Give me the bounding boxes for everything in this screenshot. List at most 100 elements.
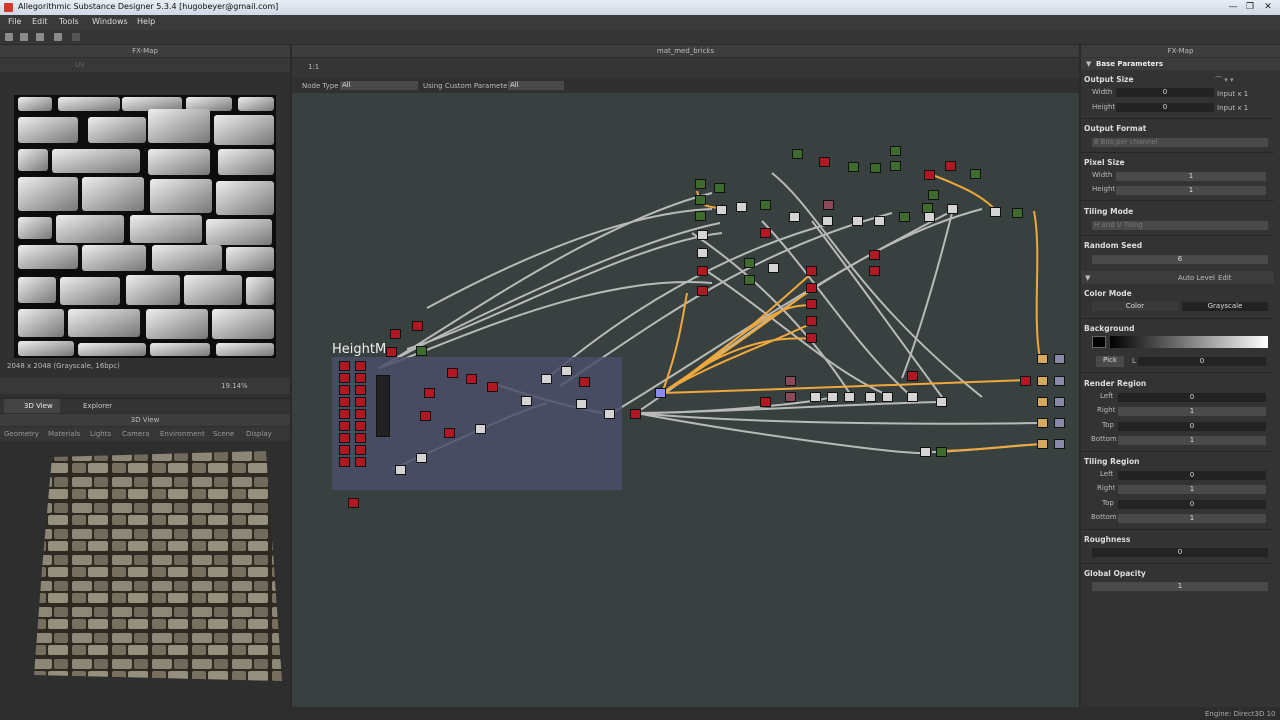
graph-node[interactable] xyxy=(695,179,706,189)
graph-node[interactable] xyxy=(865,392,876,402)
graph-node[interactable] xyxy=(947,204,958,214)
output-node[interactable] xyxy=(1037,418,1048,428)
graph-node[interactable] xyxy=(874,216,885,226)
tr-right-field[interactable]: 1 xyxy=(1118,485,1266,494)
menu-tools[interactable]: Tools xyxy=(59,17,79,26)
graph-node[interactable] xyxy=(576,399,587,409)
graph-node[interactable] xyxy=(924,212,935,222)
graph-node[interactable] xyxy=(695,211,706,221)
menu-edit[interactable]: Edit xyxy=(32,17,48,26)
graph-node[interactable] xyxy=(789,212,800,222)
save-icon[interactable] xyxy=(36,33,44,41)
graph-node[interactable] xyxy=(848,162,859,172)
graph-node[interactable] xyxy=(744,258,755,268)
graph-node[interactable] xyxy=(806,333,817,343)
graph-node[interactable] xyxy=(907,371,918,381)
pixel-height-field[interactable]: 1 xyxy=(1116,186,1266,195)
graph-node[interactable] xyxy=(355,373,366,383)
zoom-value[interactable]: 19.14% xyxy=(221,382,248,390)
graph-node[interactable] xyxy=(386,347,397,357)
graph-node[interactable] xyxy=(561,366,572,376)
graph-node[interactable] xyxy=(760,200,771,210)
output-node[interactable] xyxy=(1054,418,1065,428)
graph-node[interactable] xyxy=(806,283,817,293)
graph-zoom[interactable]: 1:1 xyxy=(308,63,319,71)
graph-canvas[interactable]: HeightM xyxy=(292,93,1079,707)
graph-node[interactable] xyxy=(424,388,435,398)
graph-node[interactable] xyxy=(827,392,838,402)
rr-left-field[interactable]: 0 xyxy=(1118,393,1266,402)
graph-node[interactable] xyxy=(355,409,366,419)
menu-file[interactable]: File xyxy=(8,17,21,26)
pixel-width-field[interactable]: 1 xyxy=(1116,172,1266,181)
graph-node[interactable] xyxy=(819,157,830,167)
graph-node[interactable] xyxy=(412,321,423,331)
graph-node[interactable] xyxy=(844,392,855,402)
menu-lights[interactable]: Lights xyxy=(90,430,111,438)
output-node[interactable] xyxy=(1037,376,1048,386)
graph-node[interactable] xyxy=(924,170,935,180)
graph-node[interactable] xyxy=(736,202,747,212)
graph-node[interactable] xyxy=(339,409,350,419)
rr-top-field[interactable]: 0 xyxy=(1118,422,1266,431)
graph-node[interactable] xyxy=(890,161,901,171)
graph-node[interactable] xyxy=(416,346,427,356)
graph-node[interactable] xyxy=(852,216,863,226)
graph-node[interactable] xyxy=(339,457,350,467)
background-value[interactable]: 0 xyxy=(1138,357,1266,366)
graph-node[interactable] xyxy=(806,299,817,309)
rr-right-field[interactable]: 1 xyxy=(1118,407,1266,416)
graph-node[interactable] xyxy=(579,377,590,387)
graph-node[interactable] xyxy=(936,447,947,457)
graph-node[interactable] xyxy=(339,397,350,407)
graph-node[interactable] xyxy=(920,447,931,457)
graph-node[interactable] xyxy=(487,382,498,392)
menu-display[interactable]: Display xyxy=(246,430,272,438)
graph-node[interactable] xyxy=(339,433,350,443)
node-type-select[interactable]: All xyxy=(340,81,418,90)
graph-node[interactable] xyxy=(822,216,833,226)
tr-top-field[interactable]: 0 xyxy=(1118,500,1266,509)
graph-node[interactable] xyxy=(823,200,834,210)
base-params-header[interactable]: ▼ Base Parameters xyxy=(1081,58,1280,70)
undo-icon[interactable] xyxy=(54,33,62,41)
graph-node[interactable] xyxy=(339,445,350,455)
roughness-field[interactable]: 0 xyxy=(1092,548,1268,557)
menu-windows[interactable]: Windows xyxy=(92,17,128,26)
output-node[interactable] xyxy=(1037,439,1048,449)
graph-node[interactable] xyxy=(869,266,880,276)
graph-node[interactable] xyxy=(990,207,1001,217)
graph-node[interactable] xyxy=(697,248,708,258)
close-button[interactable]: ✕ xyxy=(1260,0,1276,15)
graph-node[interactable] xyxy=(970,169,981,179)
graph-node[interactable] xyxy=(355,361,366,371)
graph-node[interactable] xyxy=(475,424,486,434)
graph-node[interactable] xyxy=(355,433,366,443)
graph-node[interactable] xyxy=(339,385,350,395)
graph-node[interactable] xyxy=(890,146,901,156)
graph-node[interactable] xyxy=(348,498,359,508)
blend-node[interactable] xyxy=(376,375,390,437)
tiling-mode-select[interactable]: H and V Tiling xyxy=(1092,221,1268,230)
graph-node[interactable] xyxy=(697,286,708,296)
graph-node[interactable] xyxy=(521,396,532,406)
global-opacity-field[interactable]: 1 xyxy=(1092,582,1268,591)
minimize-button[interactable]: — xyxy=(1225,0,1241,15)
output-node[interactable] xyxy=(1054,397,1065,407)
graph-node[interactable] xyxy=(760,397,771,407)
random-seed-field[interactable]: 6 xyxy=(1092,255,1268,264)
graph-node[interactable] xyxy=(655,388,666,398)
tab-3d-view[interactable]: 3D View xyxy=(4,399,60,413)
graph-node[interactable] xyxy=(882,392,893,402)
background-swatch[interactable] xyxy=(1092,336,1106,348)
graph-node[interactable] xyxy=(928,190,939,200)
graph-node[interactable] xyxy=(355,385,366,395)
graph-node[interactable] xyxy=(716,205,727,215)
menu-geometry[interactable]: Geometry xyxy=(4,430,39,438)
graph-node[interactable] xyxy=(355,421,366,431)
background-gradient-slider[interactable] xyxy=(1110,336,1268,348)
menu-materials[interactable]: Materials xyxy=(48,430,80,438)
graph-node[interactable] xyxy=(695,195,706,205)
uv-label[interactable]: UV xyxy=(75,61,85,69)
graph-node[interactable] xyxy=(339,421,350,431)
